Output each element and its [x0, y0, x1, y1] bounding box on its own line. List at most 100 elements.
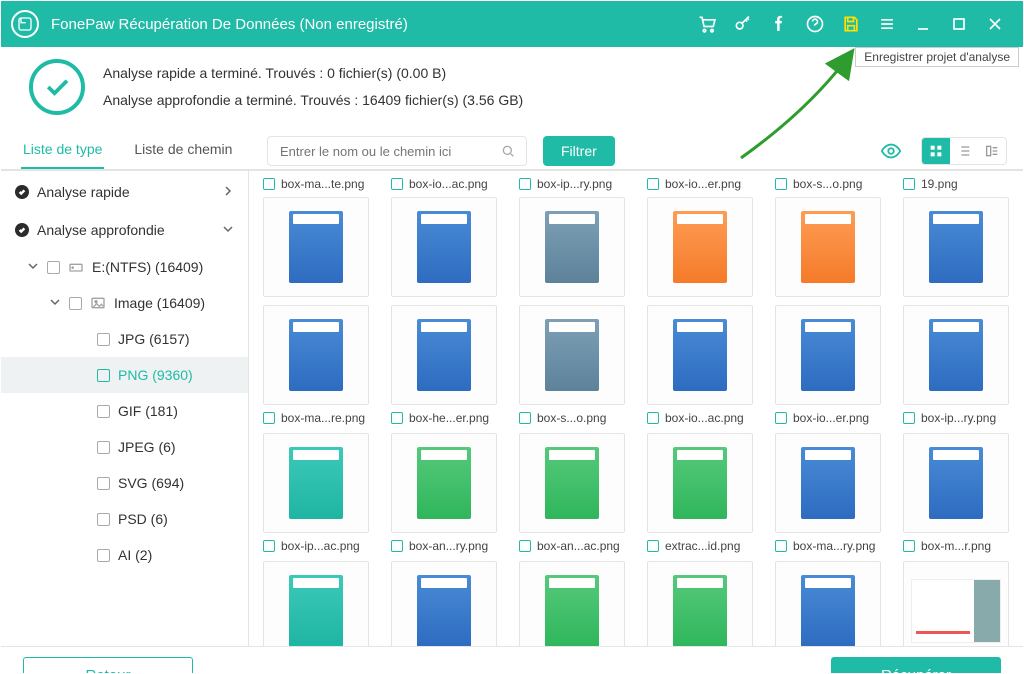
minimize-icon[interactable]: [905, 6, 941, 42]
file-cell[interactable]: box-m...r.png: [895, 433, 1017, 553]
file-thumbnail[interactable]: [391, 561, 497, 646]
checkbox[interactable]: [263, 540, 275, 552]
checkbox[interactable]: [903, 178, 915, 190]
file-cell[interactable]: [767, 561, 889, 646]
file-thumbnail[interactable]: [775, 433, 881, 533]
file-thumbnail[interactable]: [263, 305, 369, 405]
sidebar-item-format[interactable]: GIF (181): [1, 393, 248, 429]
file-thumbnail[interactable]: [903, 197, 1009, 297]
checkbox[interactable]: [263, 412, 275, 424]
file-cell[interactable]: box-ma...te.png: [255, 177, 377, 297]
file-cell[interactable]: box-ip...ac.png: [255, 433, 377, 553]
file-cell[interactable]: box-ma...re.png: [255, 305, 377, 425]
file-cell[interactable]: box-s...o.png: [767, 177, 889, 297]
file-cell[interactable]: box-s...o.png: [511, 305, 633, 425]
search-box[interactable]: [267, 136, 527, 166]
file-thumbnail[interactable]: [263, 561, 369, 646]
checkbox[interactable]: [263, 178, 275, 190]
feedback-icon[interactable]: [797, 6, 833, 42]
checkbox[interactable]: [69, 297, 82, 310]
file-cell[interactable]: extrac...id.png: [639, 433, 761, 553]
view-detail-icon[interactable]: [978, 138, 1006, 164]
sidebar-item-format[interactable]: PSD (6): [1, 501, 248, 537]
checkbox[interactable]: [519, 178, 531, 190]
sidebar-section-quick-scan[interactable]: Analyse rapide: [1, 173, 248, 211]
file-cell[interactable]: [639, 561, 761, 646]
key-icon[interactable]: [725, 6, 761, 42]
checkbox[interactable]: [519, 540, 531, 552]
file-cell[interactable]: box-ip...ry.png: [511, 177, 633, 297]
checkbox[interactable]: [97, 369, 110, 382]
checkbox[interactable]: [775, 178, 787, 190]
checkbox[interactable]: [97, 513, 110, 526]
file-cell[interactable]: box-an...ac.png: [511, 433, 633, 553]
file-cell[interactable]: box-ma...ry.png: [767, 433, 889, 553]
filter-button[interactable]: Filtrer: [543, 136, 615, 166]
file-thumbnail[interactable]: [519, 305, 625, 405]
checkbox[interactable]: [775, 412, 787, 424]
checkbox[interactable]: [647, 540, 659, 552]
preview-toggle-icon[interactable]: [877, 137, 905, 165]
back-button[interactable]: Retour: [23, 657, 193, 674]
file-thumbnail[interactable]: [263, 433, 369, 533]
checkbox[interactable]: [647, 178, 659, 190]
checkbox[interactable]: [97, 477, 110, 490]
file-thumbnail[interactable]: [903, 561, 1009, 646]
file-cell[interactable]: box-an...ry.png: [383, 433, 505, 553]
recover-button[interactable]: Récupérer: [831, 657, 1001, 674]
close-icon[interactable]: [977, 6, 1013, 42]
file-cell[interactable]: box-io...er.png: [639, 177, 761, 297]
sidebar-section-deep-scan[interactable]: Analyse approfondie: [1, 211, 248, 249]
checkbox[interactable]: [97, 333, 110, 346]
file-thumbnail[interactable]: [647, 433, 753, 533]
file-thumbnail[interactable]: [391, 197, 497, 297]
file-cell[interactable]: box-he...er.png: [383, 305, 505, 425]
sidebar-item-format[interactable]: JPG (6157): [1, 321, 248, 357]
tab-path-list[interactable]: Liste de chemin: [132, 131, 234, 169]
checkbox[interactable]: [903, 412, 915, 424]
checkbox[interactable]: [47, 261, 60, 274]
file-cell[interactable]: [255, 561, 377, 646]
file-thumbnail[interactable]: [647, 305, 753, 405]
view-grid-icon[interactable]: [922, 138, 950, 164]
facebook-icon[interactable]: [761, 6, 797, 42]
file-cell[interactable]: [383, 561, 505, 646]
maximize-icon[interactable]: [941, 6, 977, 42]
view-list-icon[interactable]: [950, 138, 978, 164]
cart-icon[interactable]: [689, 6, 725, 42]
file-thumbnail[interactable]: [775, 561, 881, 646]
save-project-icon[interactable]: [833, 6, 869, 42]
checkbox[interactable]: [97, 441, 110, 454]
checkbox[interactable]: [391, 178, 403, 190]
file-thumbnail[interactable]: [263, 197, 369, 297]
checkbox[interactable]: [903, 540, 915, 552]
file-thumbnail[interactable]: [903, 433, 1009, 533]
sidebar-item-image[interactable]: Image (16409): [1, 285, 248, 321]
checkbox[interactable]: [97, 549, 110, 562]
sidebar-item-format[interactable]: JPEG (6): [1, 429, 248, 465]
checkbox[interactable]: [647, 412, 659, 424]
sidebar-item-format[interactable]: SVG (694): [1, 465, 248, 501]
menu-icon[interactable]: [869, 6, 905, 42]
file-cell[interactable]: box-io...ac.png: [639, 305, 761, 425]
checkbox[interactable]: [391, 540, 403, 552]
checkbox[interactable]: [97, 405, 110, 418]
file-thumbnail[interactable]: [519, 561, 625, 646]
file-thumbnail[interactable]: [391, 305, 497, 405]
file-thumbnail[interactable]: [391, 433, 497, 533]
file-cell[interactable]: box-ip...ry.png: [895, 305, 1017, 425]
file-cell[interactable]: [511, 561, 633, 646]
file-cell[interactable]: box-io...er.png: [767, 305, 889, 425]
file-thumbnail[interactable]: [775, 305, 881, 405]
checkbox[interactable]: [519, 412, 531, 424]
file-thumbnail[interactable]: [647, 197, 753, 297]
file-thumbnail[interactable]: [775, 197, 881, 297]
sidebar-item-format[interactable]: PNG (9360): [1, 357, 248, 393]
sidebar-item-format[interactable]: AI (2): [1, 537, 248, 573]
file-thumbnail[interactable]: [519, 433, 625, 533]
file-thumbnail[interactable]: [519, 197, 625, 297]
file-cell[interactable]: box-io...ac.png: [383, 177, 505, 297]
checkbox[interactable]: [775, 540, 787, 552]
file-cell[interactable]: 19.png: [895, 177, 1017, 297]
file-cell[interactable]: [895, 561, 1017, 646]
